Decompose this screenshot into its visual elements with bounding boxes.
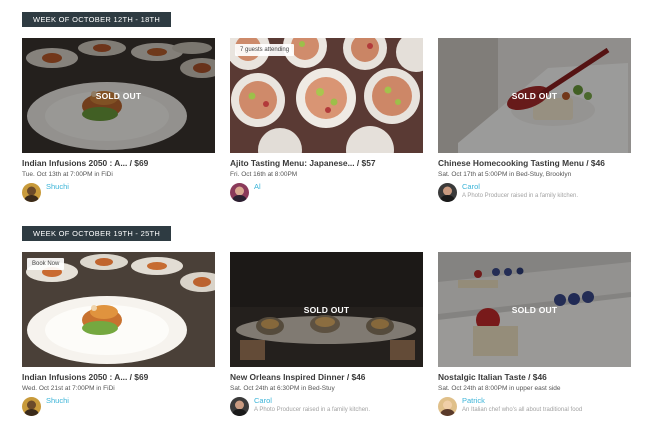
event-card[interactable]: SOLD OUT Indian Infusions 2050 : A... / …	[22, 38, 215, 203]
event-title[interactable]: Nostalgic Italian Taste / $46	[438, 372, 631, 382]
event-photo[interactable]: SOLD OUT	[438, 38, 631, 153]
host-name[interactable]: Carol	[254, 396, 272, 405]
host-avatar[interactable]	[22, 183, 41, 202]
event-title[interactable]: Ajito Tasting Menu: Japanese... / $57	[230, 158, 423, 168]
event-card[interactable]: SOLD OUT New Orleans Inspired Dinner / $…	[230, 252, 423, 417]
event-photo[interactable]: Book Now	[22, 252, 215, 367]
host-avatar[interactable]	[230, 183, 249, 202]
host-avatar[interactable]	[438, 183, 457, 202]
host-description: A Photo Producer raised in a family kitc…	[462, 193, 579, 199]
sold-out-label: SOLD OUT	[95, 90, 142, 101]
host-info: Shuchi	[22, 395, 215, 417]
host-description: An Italian chef who's all about traditio…	[462, 407, 583, 413]
sold-out-label: SOLD OUT	[511, 90, 558, 101]
event-date: Sat. Oct 24th at 6:30PM in Bed-Stuy	[230, 385, 335, 392]
host-avatar[interactable]	[22, 397, 41, 416]
sold-out-label: SOLD OUT	[303, 304, 350, 315]
host-name[interactable]: Al	[254, 182, 261, 191]
week-label: WEEK OF OCTOBER 12TH - 18TH	[22, 12, 172, 27]
week-label: WEEK OF OCTOBER 19TH - 25TH	[22, 226, 172, 241]
host-name[interactable]: Shuchi	[46, 182, 69, 191]
host-avatar[interactable]	[438, 397, 457, 416]
event-photo[interactable]: SOLD OUT	[22, 38, 215, 153]
host-avatar[interactable]	[230, 397, 249, 416]
event-date: Wed. Oct 21st at 7:00PM in FiDi	[22, 385, 115, 392]
event-card[interactable]: SOLD OUT Chinese Homecooking Tasting Men…	[438, 38, 631, 203]
host-info: Carol A Photo Producer raised in a famil…	[230, 395, 423, 417]
event-title[interactable]: Indian Infusions 2050 : A... / $69	[22, 372, 215, 382]
host-description: A Photo Producer raised in a family kitc…	[254, 407, 371, 413]
event-date: Fri. Oct 16th at 8:00PM	[230, 171, 298, 178]
host-info: Al	[230, 181, 423, 203]
event-card[interactable]: Book Now Indian Infusions 2050 : A... / …	[22, 252, 215, 417]
host-name[interactable]: Patrick	[462, 396, 485, 405]
event-card[interactable]: SOLD OUT Nostalgic Italian Taste / $46 S…	[438, 252, 631, 417]
event-title[interactable]: Indian Infusions 2050 : A... / $69	[22, 158, 215, 168]
event-photo[interactable]: SOLD OUT	[230, 252, 423, 367]
event-title[interactable]: Chinese Homecooking Tasting Menu / $46	[438, 158, 631, 168]
host-name[interactable]: Shuchi	[46, 396, 69, 405]
event-title[interactable]: New Orleans Inspired Dinner / $46	[230, 372, 423, 382]
event-date: Tue. Oct 13th at 7:00PM in FiDi	[22, 171, 113, 178]
event-date: Sat. Oct 24th at 8:00PM in upper east si…	[438, 385, 561, 392]
event-photo[interactable]: 7 guests attending	[230, 38, 423, 153]
host-info: Carol A Photo Producer raised in a famil…	[438, 181, 631, 203]
book-now-badge[interactable]: Book Now	[27, 258, 65, 270]
host-info: Patrick An Italian chef who's all about …	[438, 395, 631, 417]
event-card[interactable]: 7 guests attending Ajito Tasting Menu: J…	[230, 38, 423, 203]
host-name[interactable]: Carol	[462, 182, 480, 191]
sold-out-label: SOLD OUT	[511, 304, 558, 315]
guests-attending-badge: 7 guests attending	[235, 44, 295, 56]
event-photo[interactable]: SOLD OUT	[438, 252, 631, 367]
host-info: Shuchi	[22, 181, 215, 203]
event-date: Sat. Oct 17th at 5:00PM in Bed-Stuy, Bro…	[438, 171, 572, 178]
